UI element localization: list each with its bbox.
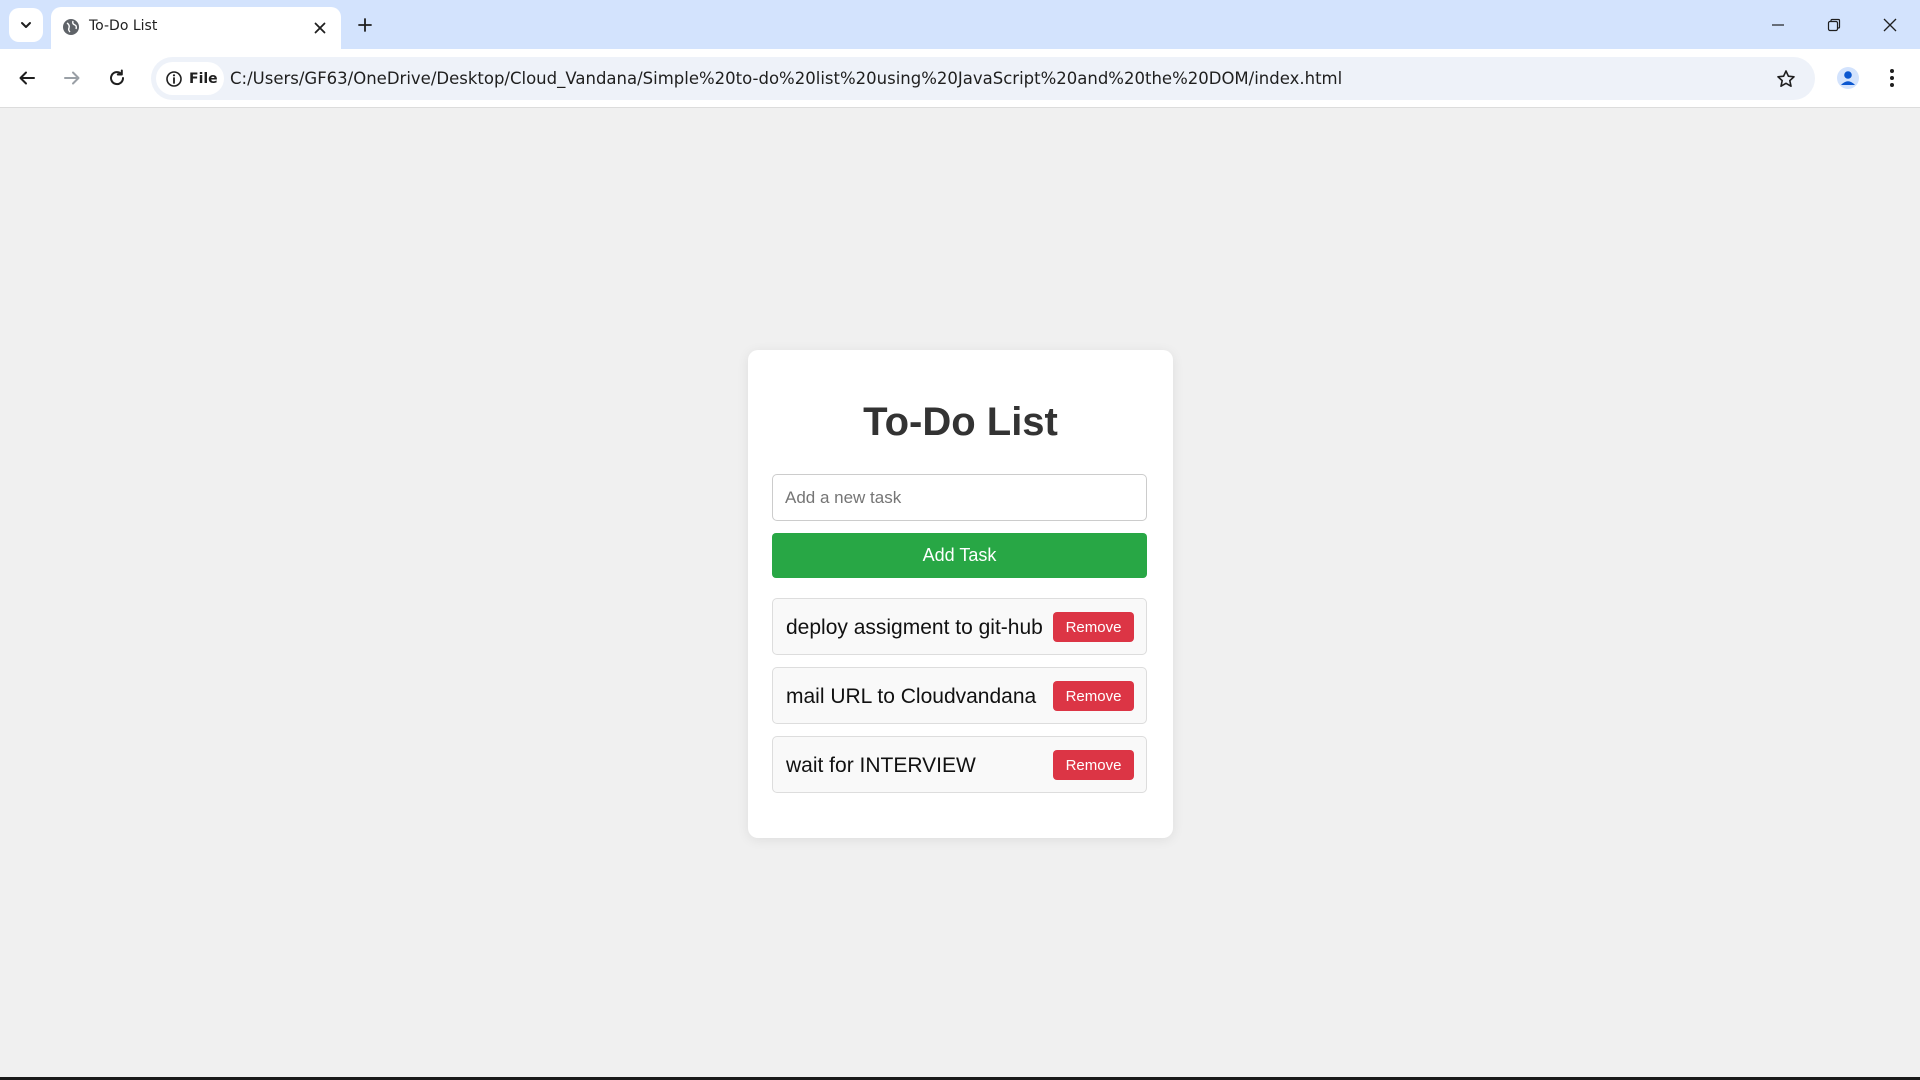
new-tab-button[interactable] [352,12,378,38]
reload-button[interactable] [101,62,133,94]
site-info-chip[interactable]: File [156,62,224,95]
back-button[interactable] [11,62,43,94]
tab-title: To-Do List [89,18,158,34]
site-chip-label: File [189,70,218,87]
list-item: wait for INTERVIEW Remove [772,736,1147,793]
minimize-icon [1772,23,1784,26]
close-icon [314,22,326,34]
arrow-left-icon [19,71,35,85]
bookmark-button[interactable] [1773,66,1799,92]
arrow-right-icon [64,71,80,85]
list-item: deploy assigment to git-hub Remove [772,598,1147,655]
list-item: mail URL to Cloudvandana Remove [772,667,1147,724]
forward-button[interactable] [56,62,88,94]
task-input[interactable] [772,474,1147,521]
kebab-menu-icon [1890,69,1894,87]
browser-tab[interactable]: To-Do List [51,7,341,49]
task-list: deploy assigment to git-hub Remove mail … [772,598,1147,805]
restore-icon [1827,18,1841,31]
browser-menu-button[interactable] [1876,62,1908,94]
tab-search-button[interactable] [9,8,43,42]
task-text: mail URL to Cloudvandana [786,685,1037,708]
reload-icon [110,69,125,86]
url-text[interactable]: C:/Users/GF63/OneDrive/Desktop/Cloud_Van… [230,69,1342,88]
remove-button[interactable]: Remove [1053,612,1134,642]
task-text: wait for INTERVIEW [786,754,976,777]
restore-button[interactable] [1806,0,1862,49]
add-task-button[interactable]: Add Task [772,533,1147,578]
minimize-button[interactable] [1750,0,1806,49]
close-icon [1883,18,1897,31]
profile-button[interactable] [1832,62,1864,94]
address-bar[interactable]: File C:/Users/GF63/OneDrive/Desktop/Clou… [151,57,1815,100]
remove-button[interactable]: Remove [1053,750,1134,780]
star-icon [1777,70,1795,87]
avatar-icon [1837,67,1859,89]
window-close-button[interactable] [1862,0,1918,49]
task-text: deploy assigment to git-hub [786,616,1043,639]
chevron-down-icon [21,22,31,28]
remove-button[interactable]: Remove [1053,681,1134,711]
page-title: To-Do List [863,400,1058,444]
todo-card: To-Do List Add Task deploy assigment to … [748,350,1173,838]
tab-close-button[interactable] [308,16,332,40]
tab-strip: To-Do List [0,0,1920,49]
info-icon [166,70,182,87]
globe-icon [63,19,79,35]
browser-toolbar: File C:/Users/GF63/OneDrive/Desktop/Clou… [0,49,1920,108]
plus-icon [358,18,372,32]
